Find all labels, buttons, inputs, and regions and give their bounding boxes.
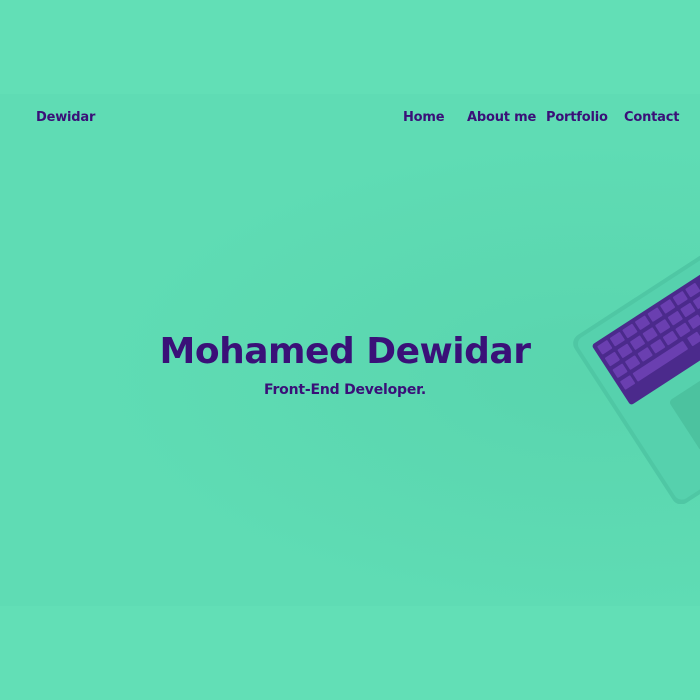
nav-link-contact[interactable]: Contact [624, 110, 679, 125]
laptop-icon [573, 251, 700, 504]
nav-link-home[interactable]: Home [403, 110, 445, 125]
brand-logo[interactable]: Dewidar [36, 110, 95, 125]
nav-link-portfolio[interactable]: Portfolio [546, 110, 608, 125]
page: Dewidar Home About me Portfolio Contact … [0, 0, 700, 700]
nav-link-about[interactable]: About me [467, 110, 536, 125]
hero-section: Dewidar Home About me Portfolio Contact … [0, 94, 700, 606]
laptop-body [573, 251, 700, 504]
